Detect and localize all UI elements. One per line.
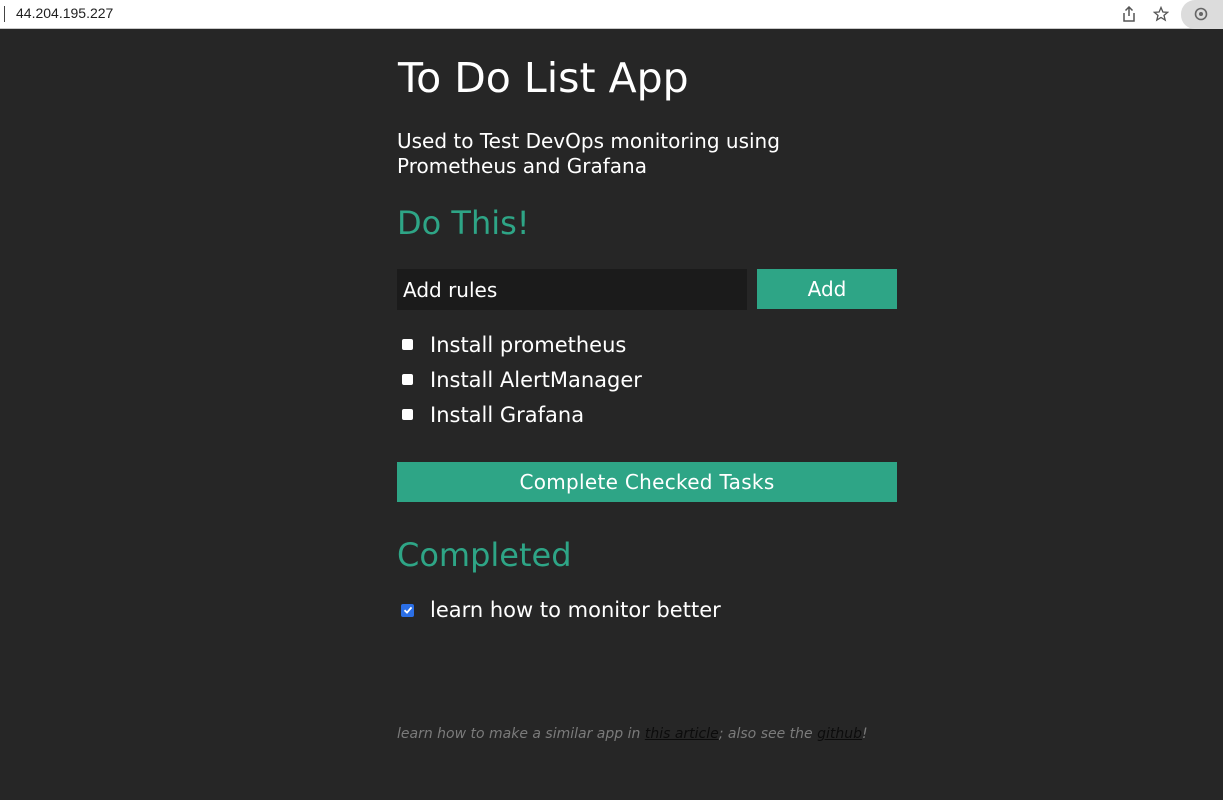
completed-item: learn how to monitor better	[397, 595, 897, 625]
star-icon[interactable]	[1151, 4, 1171, 24]
task-label: Install AlertManager	[430, 367, 642, 392]
list-item: Install prometheus	[397, 327, 897, 362]
add-task-form: Add	[397, 269, 897, 310]
article-link[interactable]: this article	[645, 726, 719, 742]
task-checkbox[interactable]	[402, 339, 413, 350]
text-caret	[4, 6, 5, 22]
footer-text: ; also see the	[718, 726, 818, 742]
footer-text: !	[862, 726, 868, 742]
page-subtitle: Used to Test DevOps monitoring using Pro…	[397, 129, 780, 178]
todo-app: To Do List App Used to Test DevOps monit…	[397, 52, 897, 742]
completed-heading: Completed	[397, 536, 572, 574]
new-task-input[interactable]	[397, 269, 747, 310]
checkmark-icon	[403, 606, 412, 614]
list-item: Install AlertManager	[397, 362, 897, 397]
browser-address-bar: 44.204.195.227	[0, 0, 1223, 29]
task-label: Install prometheus	[430, 332, 627, 357]
url-field[interactable]: 44.204.195.227	[16, 5, 113, 21]
share-icon[interactable]	[1119, 4, 1139, 24]
checked-checkbox[interactable]	[401, 603, 414, 617]
task-checkbox[interactable]	[402, 409, 413, 420]
add-button[interactable]: Add	[757, 269, 897, 309]
page-title: To Do List App	[398, 54, 689, 102]
list-item: Install Grafana	[397, 397, 897, 432]
task-checkbox[interactable]	[402, 374, 413, 385]
github-link[interactable]: github	[817, 726, 862, 742]
todo-list: Install prometheus Install AlertManager …	[397, 327, 897, 432]
extension-icon[interactable]	[1191, 4, 1211, 24]
completed-item-label: learn how to monitor better	[430, 598, 721, 622]
complete-tasks-button[interactable]: Complete Checked Tasks	[397, 462, 897, 502]
todo-heading: Do This!	[397, 204, 530, 242]
footer-note: learn how to make a similar app in this …	[397, 726, 897, 742]
footer-text: learn how to make a similar app in	[397, 726, 645, 742]
task-label: Install Grafana	[430, 402, 585, 427]
